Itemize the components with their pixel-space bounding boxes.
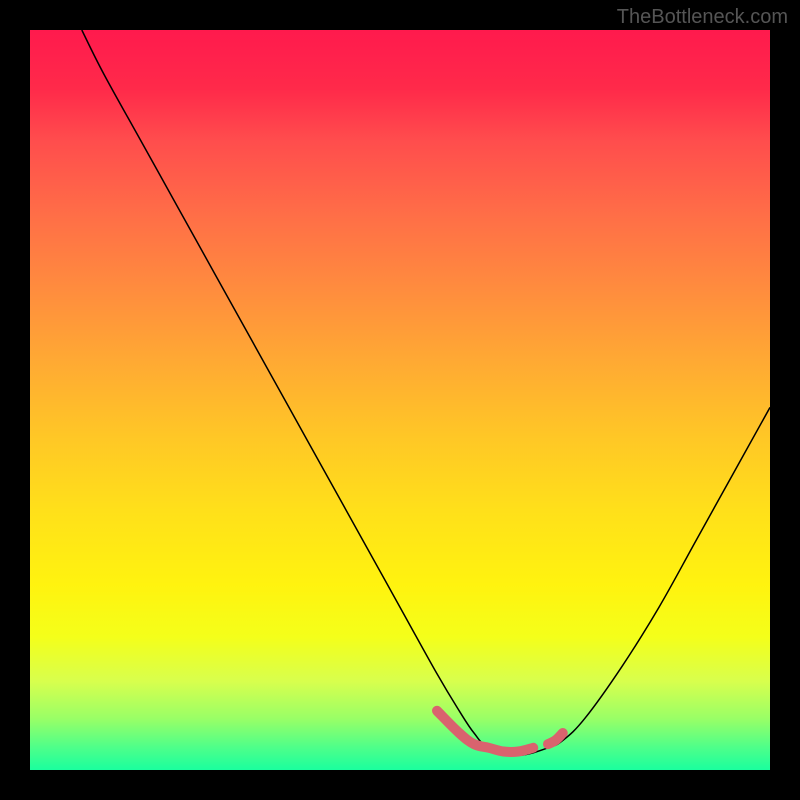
watermark-text: TheBottleneck.com xyxy=(617,6,788,29)
highlight-segment-1 xyxy=(437,711,533,752)
chart-plot-area xyxy=(30,30,770,770)
chart-svg xyxy=(30,30,770,770)
highlight-segment-2 xyxy=(548,733,563,744)
bottleneck-curve-line xyxy=(82,30,770,755)
